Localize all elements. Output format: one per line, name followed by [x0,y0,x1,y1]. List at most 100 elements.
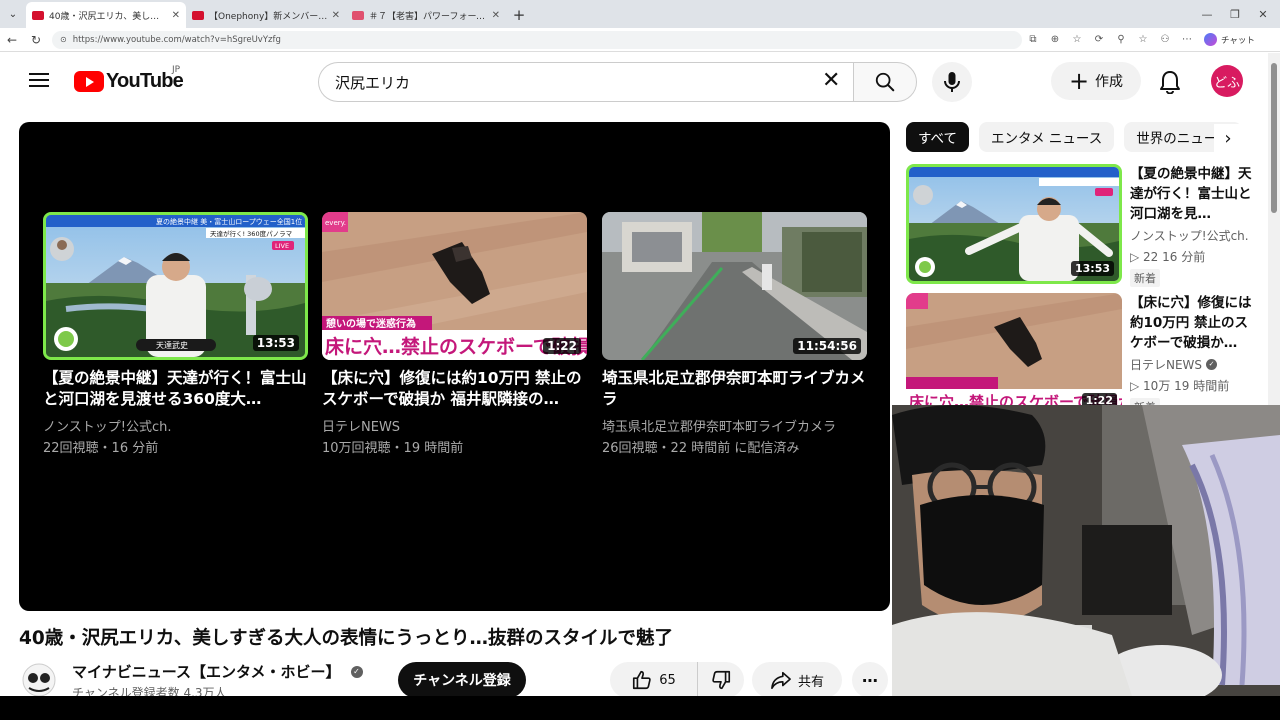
recommended-video[interactable]: 13:53 【夏の絶景中継】天達が行く！富士山と河口湖を見… ノンストップ!公式… [906,164,1262,287]
chat-button[interactable]: チャット [1204,33,1255,46]
plus-icon: + [1068,67,1090,95]
back-icon[interactable]: ← [0,28,24,52]
subscribe-button[interactable]: チャンネル登録 [398,662,526,698]
reload-icon[interactable]: ↻ [24,28,48,52]
video-player[interactable]: 夏の絶景中継 美・富士山ロープウェー全国1位 天上山 天達が行く! 360度パノ… [19,122,890,611]
browser-tab-bar: ⌄ 40歳・沢尻エリカ、美しすぎる大人の表情 ✕ 【Onephony】新メンバー… [0,0,1280,28]
favorites-bar-icon[interactable]: ☆ [1132,28,1154,52]
endscreen-thumbnail[interactable]: 夏の絶景中継 美・富士山ロープウェー全国1位 天上山 天達が行く! 360度パノ… [43,212,308,360]
create-button[interactable]: + 作成 [1051,62,1141,100]
browser-tab-active[interactable]: 40歳・沢尻エリカ、美しすぎる大人の表情 ✕ [26,2,186,28]
endscreen-video-card[interactable]: every. 憩いの場で迷惑行為 床に穴…禁止のスケボーで破損か 1:22 【床… [322,212,587,456]
endscreen-thumbnail[interactable]: 11:54:56 [602,212,867,360]
browser-tab[interactable]: ＃７【老害】パワーフォース最終決戦！ ✕ [346,2,506,28]
like-dislike-group: 65 [610,662,744,698]
refresh-extension-icon[interactable]: ⟳ [1088,28,1110,52]
recommended-video[interactable]: 床に穴…禁止のスケボーで破損か 1:22 【床に穴】修復には約10万円 禁止のス… [906,293,1262,416]
notifications-button[interactable] [1154,66,1186,98]
site-info-icon[interactable]: ⊙ [60,35,67,44]
tab-list-icon[interactable]: ⌄ [0,0,26,28]
bottom-letterbox [0,696,1280,720]
recommended-title[interactable]: 【床に穴】修復には約10万円 禁止のスケボーで破損か… [1130,293,1260,353]
tab-title: 【Onephony】新メンバーオーディション開催 [209,11,328,22]
recommended-info: 【床に穴】修復には約10万円 禁止のスケボーで破損か… 日テレNEWS ✓ ▷ 1… [1130,293,1260,416]
recommended-title[interactable]: 【夏の絶景中継】天達が行く！富士山と河口湖を見… [1130,164,1260,224]
subscriber-count: チャンネル登録者数 4.3万人 [72,686,227,696]
share-icon [771,671,791,689]
create-label: 作成 [1095,74,1124,90]
verified-icon: ✓ [350,665,363,678]
endscreen-video-title[interactable]: 【夏の絶景中継】天達が行く！富士山と河口湖を見渡せる360度大… [43,368,308,410]
endscreen-video-title[interactable]: 【床に穴】修復には約10万円 禁止のスケボーで破損か 福井駅隣接の… [322,368,587,410]
video-title: 40歳・沢尻エリカ、美しすぎる大人の表情にうっとり…抜群のスタイルで魅了 [19,628,674,649]
region-code: JP [172,65,181,75]
youtube-play-icon [74,70,104,92]
bell-icon [1160,71,1180,94]
endscreen-video-card[interactable]: 11:54:56 埼玉県北足立郡伊奈町本町ライブカメラ 埼玉県北足立郡伊奈町本町… [602,212,867,456]
recommended-thumbnail[interactable]: 床に穴…禁止のスケボーで破損か 1:22 [906,293,1122,413]
share-label: 共有 [797,674,824,690]
profile-icon[interactable]: ⚇ [1154,28,1176,52]
youtube-favicon-icon [352,10,364,20]
tab-close-icon[interactable]: ✕ [492,10,500,21]
address-bar-row: ← ↻ ⊙ https://www.youtube.com/watch?v=hS… [0,28,1280,52]
favorite-icon[interactable]: ☆ [1066,28,1088,52]
channel-name-text: マイナビニュース【エンタメ・ホビー】 [72,663,341,681]
youtube-favicon-icon [32,10,44,20]
channel-name[interactable]: マイナビニュース【エンタメ・ホビー】 ✓ [72,661,363,682]
new-tab-button[interactable]: + [506,2,532,28]
search-input[interactable]: 沢尻エリカ [318,62,853,102]
channel-logo-image [22,663,56,696]
screen: ⌄ 40歳・沢尻エリカ、美しすぎる大人の表情 ✕ 【Onephony】新メンバー… [0,0,1280,720]
chips-next-arrow-icon[interactable]: › [1214,124,1242,152]
search-button[interactable] [853,62,917,102]
endscreen-video-card[interactable]: 夏の絶景中継 美・富士山ロープウェー全国1位 天上山 天達が行く! 360度パノ… [43,212,308,456]
endscreen-video-title[interactable]: 埼玉県北足立郡伊奈町本町ライブカメラ [602,368,867,410]
clear-search-icon[interactable]: ✕ [822,69,840,93]
recommended-channel[interactable]: 日テレNEWS ✓ [1130,356,1260,373]
tab-view-icon[interactable]: ⧉ [1022,28,1044,52]
share-button[interactable]: 共有 [752,662,842,698]
copilot-icon [1204,33,1217,46]
verified-icon: ✓ [1206,359,1218,370]
recommended-meta: ▷ 10万 19 時間前 [1130,379,1230,393]
video-duration: 1:22 [543,338,581,354]
browser-menu-icon[interactable]: ⋯ [1176,28,1198,52]
thumbnail-live-badge: LIVE [275,242,289,250]
like-button[interactable]: 65 [610,662,698,698]
endscreen-channel-name[interactable]: 埼玉県北足立郡伊奈町本町ライブカメラ [602,416,867,435]
youtube-header: YouTube JP 沢尻エリカ ✕ + 作成 どふ [0,53,1268,109]
thumbnail-brand-text: every. [325,219,346,227]
thumbs-down-icon [712,670,731,690]
account-avatar[interactable]: どふ [1211,65,1243,97]
dislike-button[interactable] [698,662,744,698]
channel-avatar[interactable] [19,660,59,696]
browser-tab[interactable]: 【Onephony】新メンバーオーディション開催 ✕ [186,2,346,28]
extensions-icon[interactable]: ⚲ [1110,28,1132,52]
thumbnail-sub-text: 天達が行く! 360度パノラマ [210,229,293,238]
youtube-logo[interactable]: YouTube JP [74,65,184,93]
window-close-icon[interactable]: ✕ [1246,0,1280,28]
chip-entertainment-news[interactable]: エンタメ ニュース [979,122,1115,152]
more-actions-button[interactable]: ⋯ [852,662,888,698]
tab-close-icon[interactable]: ✕ [172,10,180,21]
endscreen-video-meta: 22回視聴・16 分前 [43,441,159,456]
scrollbar-thumb[interactable] [1271,63,1277,213]
url-field[interactable]: ⊙ https://www.youtube.com/watch?v=hSgreU… [52,30,1022,49]
search-icon [875,72,895,92]
tab-close-icon[interactable]: ✕ [332,10,340,21]
chip-all[interactable]: すべて [906,122,970,152]
zoom-icon[interactable]: ⊕ [1044,28,1066,52]
tab-title: 40歳・沢尻エリカ、美しすぎる大人の表情 [49,11,168,22]
guide-menu-icon[interactable] [26,69,52,93]
youtube-favicon-icon [192,10,204,20]
recommended-channel-name: ノンストップ!公式ch. [1130,229,1249,243]
like-count: 65 [659,672,676,688]
url-text: https://www.youtube.com/watch?v=hSgreUvY… [72,34,281,45]
endscreen-thumbnail[interactable]: every. 憩いの場で迷惑行為 床に穴…禁止のスケボーで破損か 1:22 [322,212,587,360]
endscreen-channel-name[interactable]: 日テレNEWS [322,416,587,435]
recommended-channel[interactable]: ノンストップ!公式ch. [1130,227,1260,244]
endscreen-channel-name[interactable]: ノンストップ!公式ch. [43,416,308,435]
voice-search-button[interactable] [932,62,972,102]
recommended-thumbnail[interactable]: 13:53 [906,164,1122,284]
